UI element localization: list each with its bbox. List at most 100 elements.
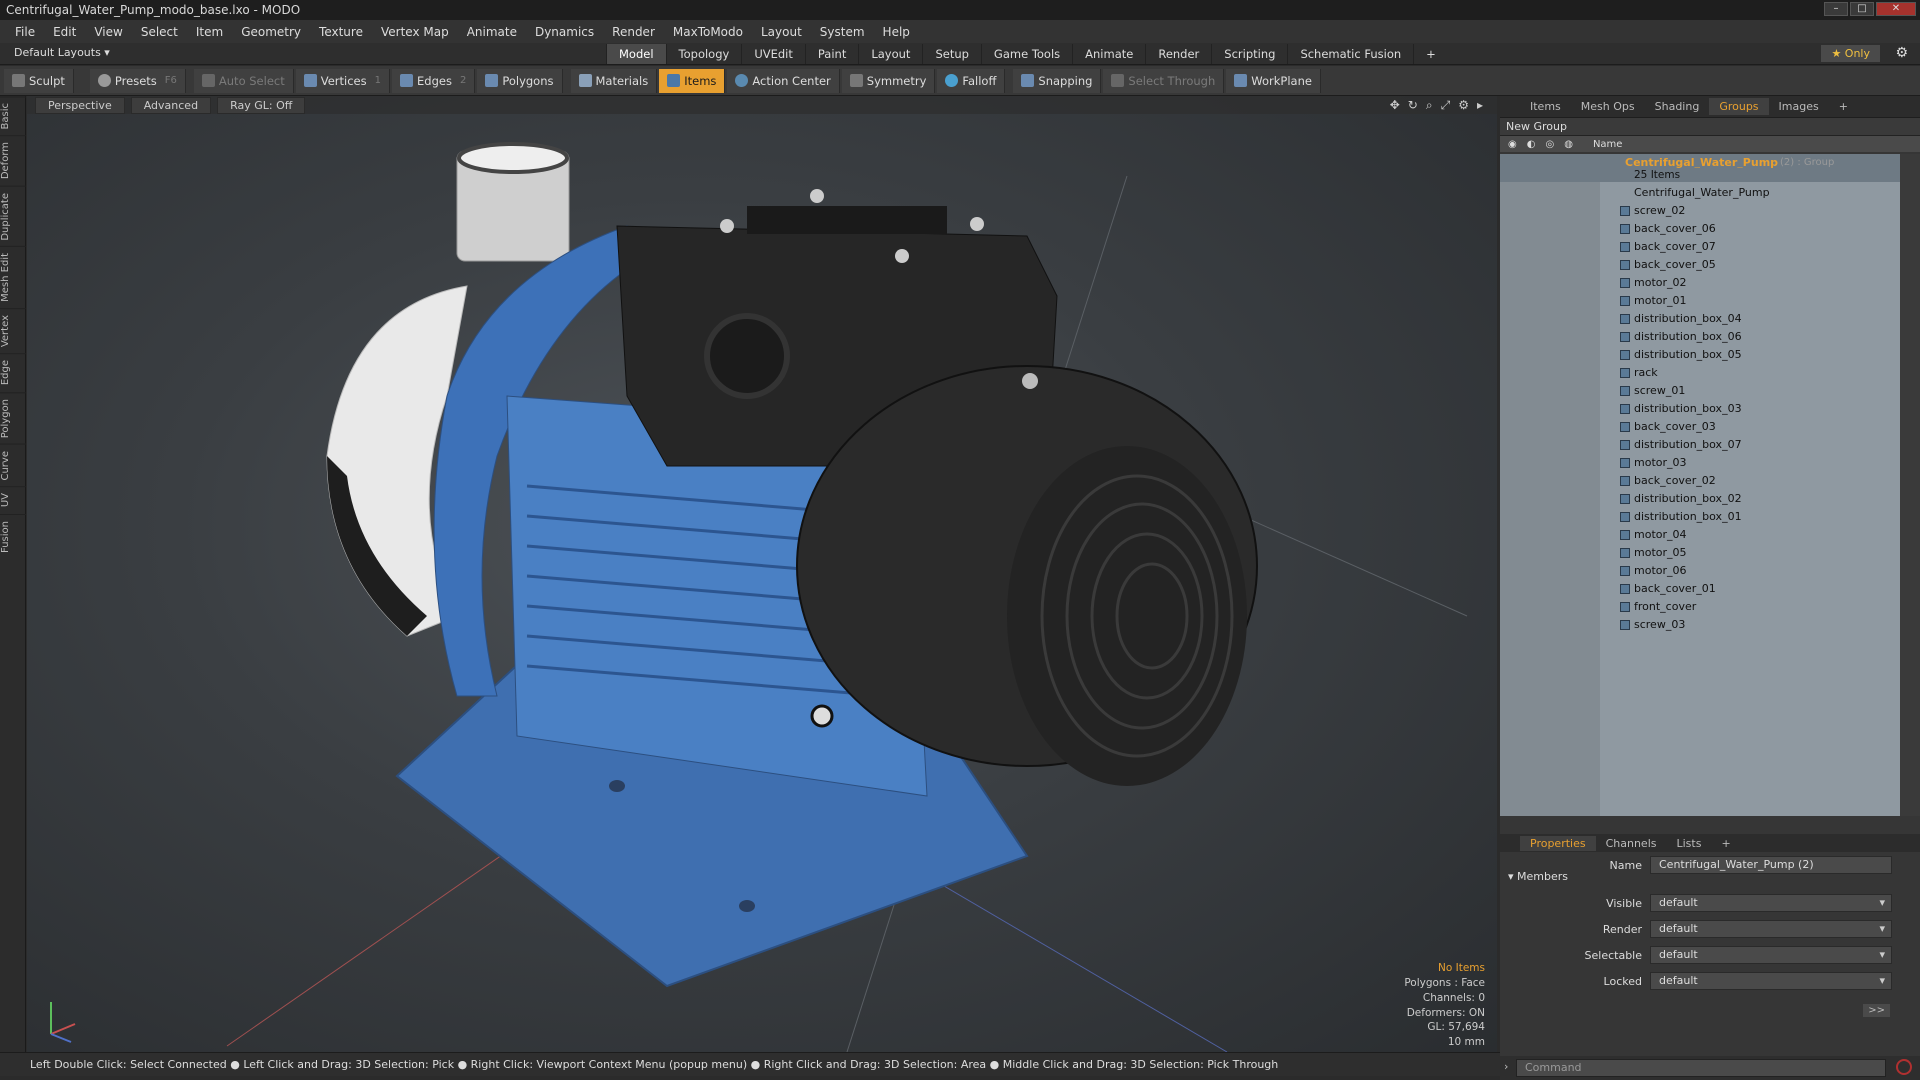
add-tab-icon[interactable]: +	[1413, 44, 1448, 64]
left-tab-polygon[interactable]: Polygon	[0, 391, 26, 444]
menu-system[interactable]: System	[811, 25, 874, 39]
render-col-icon[interactable]: ◐	[1527, 139, 1536, 150]
add-panel-tab-icon[interactable]: +	[1829, 98, 1858, 115]
tab-lists[interactable]: Lists	[1667, 836, 1712, 851]
menu-render[interactable]: Render	[603, 25, 664, 39]
menu-file[interactable]: File	[6, 25, 44, 39]
list-item[interactable]: motor_01	[1500, 292, 1900, 310]
default-layouts-dropdown[interactable]: Default Layouts ▾	[14, 46, 110, 59]
list-item[interactable]: distribution_box_05	[1500, 346, 1900, 364]
menu-help[interactable]: Help	[874, 25, 919, 39]
list-item[interactable]: back_cover_03	[1500, 418, 1900, 436]
tab-mesh-ops[interactable]: Mesh Ops	[1571, 98, 1645, 115]
left-tab-curve[interactable]: Curve	[0, 443, 26, 487]
tree-scrollbar[interactable]	[1900, 154, 1920, 816]
snapping-button[interactable]: Snapping	[1013, 68, 1102, 93]
tab-topology[interactable]: Topology	[665, 44, 742, 64]
presets-button[interactable]: Presets F6	[89, 68, 186, 93]
list-item[interactable]: back_cover_01	[1500, 580, 1900, 598]
tab-scripting[interactable]: Scripting	[1211, 44, 1287, 64]
raygl-button[interactable]: Ray GL: Off	[217, 96, 306, 114]
advanced-button[interactable]: Advanced	[130, 96, 212, 114]
list-item[interactable]: motor_03	[1500, 454, 1900, 472]
list-item[interactable]: back_cover_02	[1500, 472, 1900, 490]
items-button[interactable]: Items	[659, 68, 726, 93]
lock-col-icon[interactable]: ◍	[1564, 139, 1573, 150]
left-tab-edge[interactable]: Edge	[0, 353, 26, 392]
falloff-button[interactable]: Falloff	[937, 68, 1006, 93]
menu-dynamics[interactable]: Dynamics	[526, 25, 603, 39]
left-tab-deform[interactable]: Deform	[0, 135, 26, 186]
left-tab-uv[interactable]: UV	[0, 486, 26, 514]
menu-item[interactable]: Item	[187, 25, 232, 39]
tab-model[interactable]: Model	[606, 44, 666, 64]
tab-setup[interactable]: Setup	[922, 44, 980, 64]
list-item[interactable]: distribution_box_06	[1500, 328, 1900, 346]
list-item[interactable]: motor_04	[1500, 526, 1900, 544]
tab-schematic-fusion[interactable]: Schematic Fusion	[1287, 44, 1413, 64]
list-item[interactable]: motor_02	[1500, 274, 1900, 292]
maximize-icon[interactable]: □	[1850, 2, 1874, 16]
menu-animate[interactable]: Animate	[458, 25, 526, 39]
tab-render[interactable]: Render	[1145, 44, 1211, 64]
list-item[interactable]: distribution_box_03	[1500, 400, 1900, 418]
members-section[interactable]: ▾ Members	[1508, 870, 1568, 883]
select-through-button[interactable]: Select Through	[1103, 68, 1225, 93]
list-item[interactable]: motor_05	[1500, 544, 1900, 562]
expand-button[interactable]: >>	[1863, 1004, 1890, 1017]
list-item[interactable]: distribution_box_07	[1500, 436, 1900, 454]
perspective-button[interactable]: Perspective	[35, 96, 125, 114]
symmetry-button[interactable]: Symmetry	[841, 68, 936, 93]
vertices-button[interactable]: Vertices 1	[295, 68, 390, 93]
name-field[interactable]: Centrifugal_Water_Pump (2)	[1650, 856, 1892, 874]
select-col-icon[interactable]: ◎	[1545, 139, 1554, 150]
new-group-button[interactable]: New Group	[1500, 118, 1920, 136]
3d-viewport[interactable]: Perspective Advanced Ray GL: Off ✥ ↻ ⌕ ⤢…	[27, 96, 1497, 1052]
render-select[interactable]: default ▾	[1650, 920, 1892, 938]
left-tab-vertex[interactable]: Vertex	[0, 308, 26, 354]
add-properties-tab-icon[interactable]: +	[1711, 836, 1740, 851]
menu-layout[interactable]: Layout	[752, 25, 811, 39]
rotate-icon[interactable]: ↻	[1408, 98, 1418, 113]
menu-view[interactable]: View	[85, 25, 131, 39]
menu-select[interactable]: Select	[132, 25, 187, 39]
selectable-select[interactable]: default ▾	[1650, 946, 1892, 964]
list-item[interactable]: rack	[1500, 364, 1900, 382]
menu-geometry[interactable]: Geometry	[232, 25, 310, 39]
group-tree[interactable]: Centrifugal_Water_Pump (2) : Group 25 It…	[1500, 154, 1900, 816]
tab-properties[interactable]: Properties	[1520, 835, 1596, 851]
edges-button[interactable]: Edges 2	[392, 68, 476, 93]
list-item[interactable]: back_cover_06	[1500, 220, 1900, 238]
left-tab-fusion[interactable]: Fusion	[0, 513, 26, 559]
list-item[interactable]: back_cover_07	[1500, 238, 1900, 256]
name-column-header[interactable]: Name	[1593, 139, 1623, 150]
tab-layout[interactable]: Layout	[858, 44, 922, 64]
eye-icon[interactable]: ◉	[1508, 139, 1517, 150]
list-item[interactable]: motor_06	[1500, 562, 1900, 580]
list-item[interactable]: screw_03	[1500, 616, 1900, 634]
menu-edit[interactable]: Edit	[44, 25, 85, 39]
visible-select[interactable]: default ▾	[1650, 894, 1892, 912]
close-icon[interactable]: ✕	[1876, 2, 1916, 16]
left-tab-basic[interactable]: Basic	[0, 96, 26, 136]
record-icon[interactable]	[1896, 1059, 1912, 1075]
minimize-icon[interactable]: –	[1824, 2, 1848, 16]
list-item[interactable]: screw_01	[1500, 382, 1900, 400]
list-item[interactable]: distribution_box_04	[1500, 310, 1900, 328]
tab-groups[interactable]: Groups	[1709, 98, 1769, 115]
tab-game-tools[interactable]: Game Tools	[980, 44, 1072, 64]
polygons-button[interactable]: Polygons	[477, 68, 563, 93]
list-item[interactable]: distribution_box_02	[1500, 490, 1900, 508]
tab-items[interactable]: Items	[1520, 98, 1571, 115]
pan-icon[interactable]: ✥	[1390, 98, 1400, 113]
list-item[interactable]: Centrifugal_Water_Pump	[1500, 184, 1900, 202]
tab-images[interactable]: Images	[1769, 98, 1829, 115]
gear-icon[interactable]: ⚙	[1895, 45, 1908, 61]
list-item[interactable]: front_cover	[1500, 598, 1900, 616]
tab-animate[interactable]: Animate	[1072, 44, 1145, 64]
list-item[interactable]: distribution_box_01	[1500, 508, 1900, 526]
viewport-more-icon[interactable]: ▸	[1477, 98, 1483, 113]
list-item[interactable]: back_cover_05	[1500, 256, 1900, 274]
tab-uvedit[interactable]: UVEdit	[741, 44, 805, 64]
menu-maxtomodo[interactable]: MaxToModo	[664, 25, 752, 39]
